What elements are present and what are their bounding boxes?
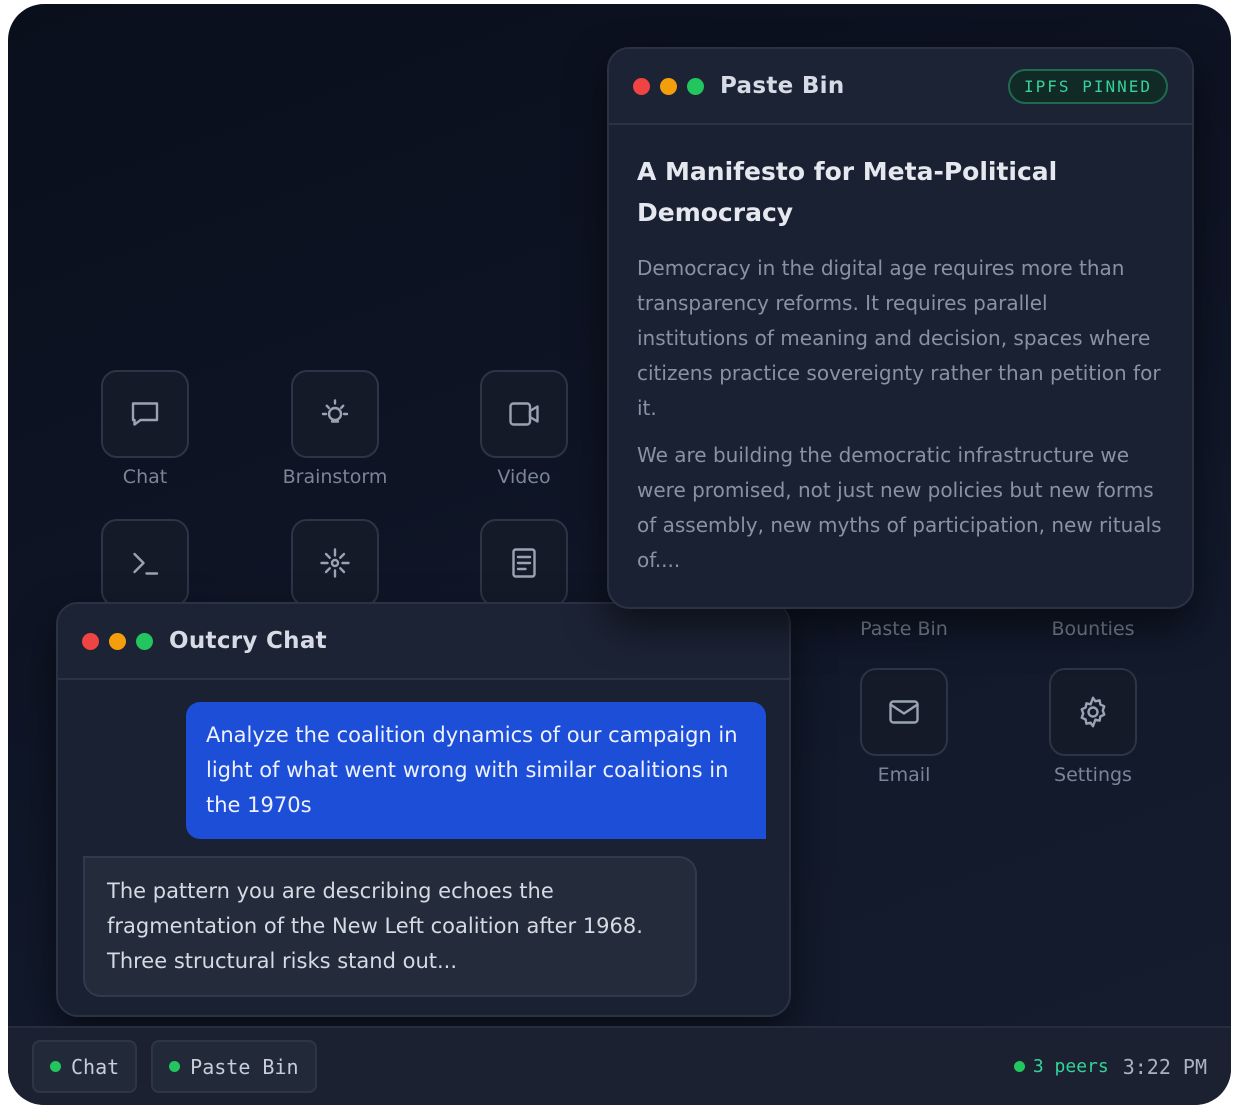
document-title: A Manifesto for Meta-Political Democracy	[637, 157, 1058, 227]
brainstorm-tile[interactable]	[291, 370, 379, 458]
desktop-icon-bounties[interactable]: Bounties	[1028, 618, 1158, 640]
assistant-message: The pattern you are describing echoes th…	[83, 856, 697, 997]
maximize-window-button[interactable]	[136, 632, 153, 650]
running-indicator	[169, 1061, 181, 1072]
document-icon	[512, 548, 536, 578]
sparkle-icon	[320, 548, 350, 578]
lightbulb-icon	[321, 399, 349, 423]
document-paragraph: We are building the democratic infrastru…	[637, 443, 1162, 572]
desktop-icon-label: Bounties	[1051, 618, 1135, 640]
desktop-icon-document[interactable]	[459, 519, 589, 607]
clock: 3:22 PM	[1122, 1054, 1207, 1079]
desktop-icon-label: Settings	[1054, 764, 1132, 786]
video-camera-icon	[509, 402, 539, 426]
user-message: Analyze the coalition dynamics of our ca…	[186, 702, 766, 839]
terminal-icon	[133, 552, 159, 575]
terminal-tile[interactable]	[101, 519, 189, 607]
chat-titlebar[interactable]: Outcry Chat	[58, 604, 789, 680]
desktop-icon-terminal[interactable]	[80, 519, 210, 607]
minimize-window-button[interactable]	[109, 632, 126, 650]
desktop-icon-chat[interactable]: Chat	[80, 370, 210, 488]
desktop-icon-label: Chat	[122, 466, 168, 488]
paste-bin-window[interactable]: Paste Bin IPFS PINNED A Manifesto for Me…	[607, 47, 1194, 609]
chat-bubble-icon	[131, 402, 159, 426]
email-tile[interactable]	[860, 668, 948, 756]
document-paragraph: Democracy in the digital age requires mo…	[637, 256, 1161, 420]
sparkle-tile[interactable]	[291, 519, 379, 607]
taskbar: Chat Paste Bin 3 peers 3:22 PM	[8, 1026, 1231, 1105]
peer-count: 3 peers	[1032, 1056, 1109, 1077]
gear-icon	[1080, 696, 1106, 728]
ipfs-pinned-badge: IPFS PINNED	[1008, 68, 1168, 104]
desktop-icon-video[interactable]: Video	[459, 370, 589, 488]
close-window-button[interactable]	[633, 77, 650, 95]
taskbar-item-label: Chat	[71, 1054, 120, 1079]
maximize-window-button[interactable]	[687, 77, 704, 95]
desktop-icon-label: Email	[877, 764, 931, 786]
desktop-icon-settings[interactable]: Settings	[1028, 668, 1158, 786]
minimize-window-button[interactable]	[660, 77, 677, 95]
outcry-chat-window[interactable]: Outcry Chat Analyze the coalition dynami…	[56, 602, 791, 1017]
paste-bin-titlebar[interactable]: Paste Bin IPFS PINNED	[609, 49, 1192, 125]
desktop-icon-label: Brainstorm	[282, 466, 388, 488]
taskbar-item-paste-bin[interactable]: Paste Bin	[151, 1040, 317, 1093]
desktop-icon-sparkle[interactable]	[270, 519, 400, 607]
envelope-icon	[889, 700, 919, 724]
desktop-icon-label: Video	[497, 466, 551, 488]
video-tile[interactable]	[480, 370, 568, 458]
system-status: 3 peers 3:22 PM	[1013, 1054, 1207, 1079]
taskbar-item-chat[interactable]: Chat	[32, 1040, 138, 1093]
desktop-icon-paste-bin[interactable]: Paste Bin	[839, 618, 969, 640]
close-window-button[interactable]	[82, 632, 99, 650]
window-title: Paste Bin	[720, 73, 845, 99]
desktop-icon-brainstorm[interactable]: Brainstorm	[270, 370, 400, 488]
settings-tile[interactable]	[1049, 668, 1137, 756]
paste-bin-content: A Manifesto for Meta-Political Democracy…	[609, 125, 1192, 578]
taskbar-item-label: Paste Bin	[190, 1054, 299, 1079]
network-status-dot	[1013, 1061, 1025, 1072]
running-indicator	[50, 1061, 61, 1072]
desktop-icon-email[interactable]: Email	[839, 668, 969, 786]
desktop-icon-label: Paste Bin	[860, 618, 948, 640]
desktop: Chat Brainstorm Video Paste Bin Bounties	[8, 4, 1231, 1105]
window-title: Outcry Chat	[169, 628, 327, 654]
document-tile[interactable]	[480, 519, 568, 607]
chat-tile[interactable]	[101, 370, 189, 458]
